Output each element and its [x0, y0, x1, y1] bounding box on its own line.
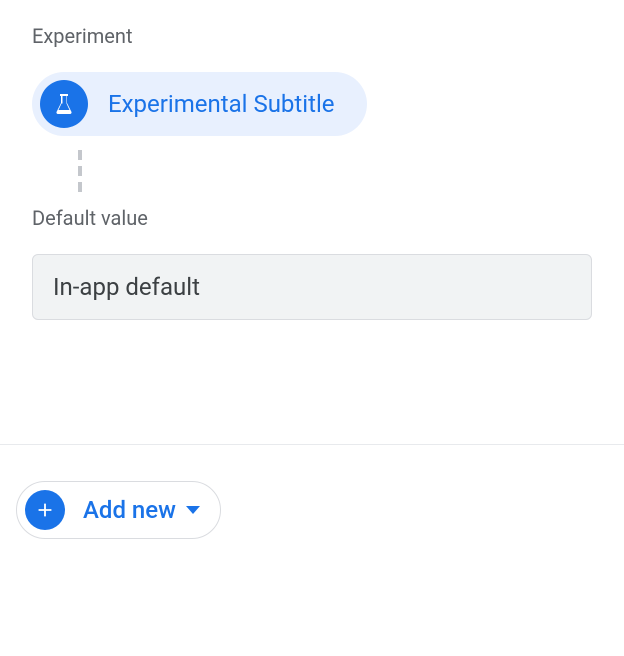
experiment-section-label: Experiment — [32, 24, 592, 48]
experiment-chip[interactable]: Experimental Subtitle — [32, 72, 367, 136]
add-new-button[interactable]: Add new — [16, 481, 221, 539]
default-value-section-label: Default value — [32, 206, 592, 230]
connector-line — [78, 150, 592, 192]
chevron-down-icon — [186, 506, 200, 514]
experiment-chip-label: Experimental Subtitle — [108, 90, 335, 118]
plus-icon — [25, 490, 65, 530]
add-new-label: Add new — [83, 496, 176, 524]
flask-icon — [40, 80, 88, 128]
default-value-input[interactable] — [32, 254, 592, 320]
